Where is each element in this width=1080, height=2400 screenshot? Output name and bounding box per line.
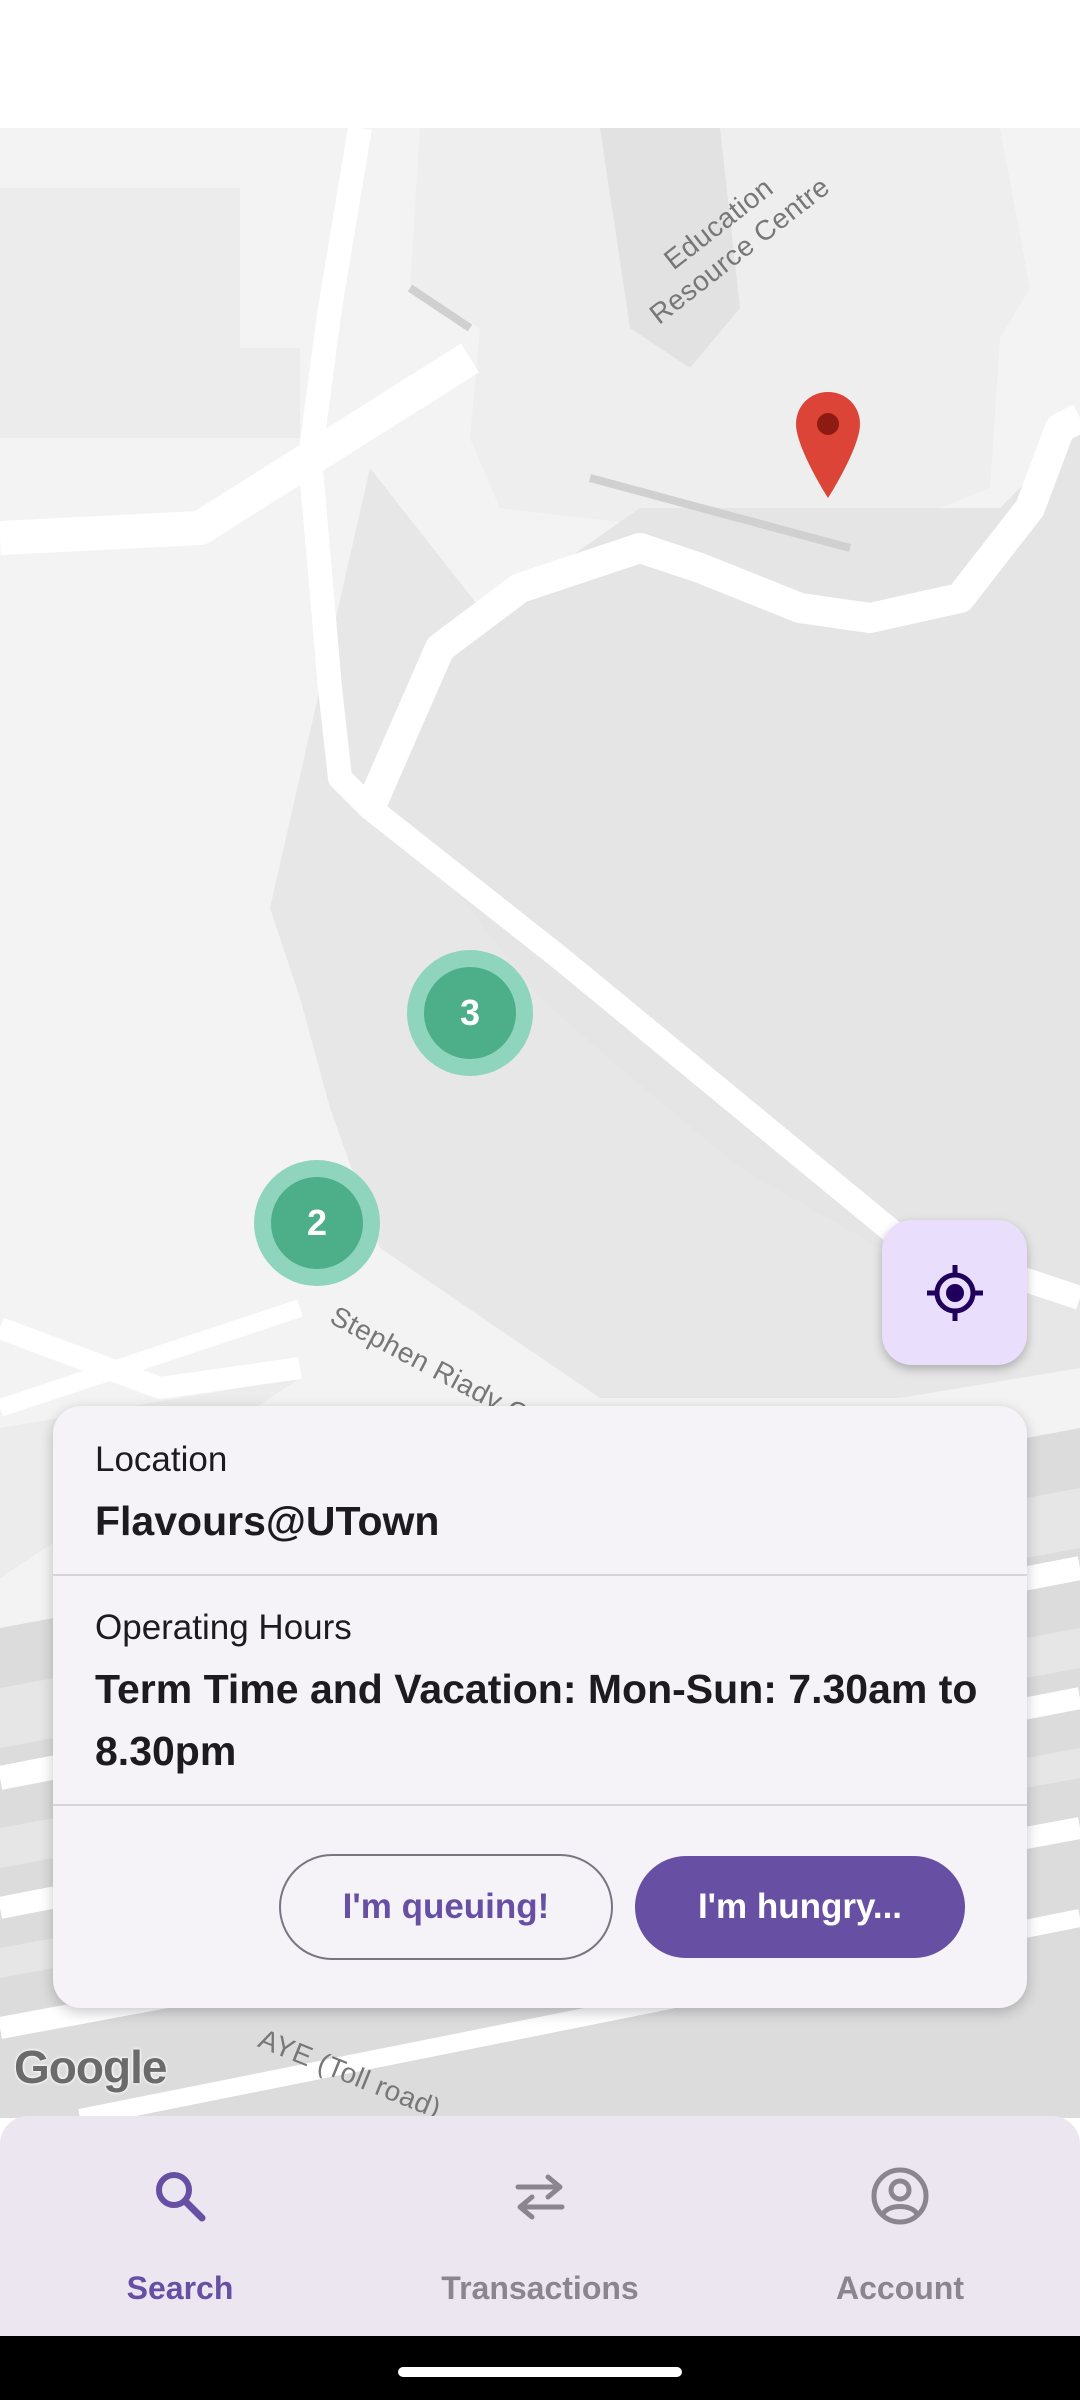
nav-item-account[interactable]: Account xyxy=(720,2116,1080,2336)
nav-item-transactions[interactable]: Transactions xyxy=(360,2116,720,2336)
map-cluster-marker[interactable]: 2 xyxy=(254,1160,380,1286)
home-gesture-handle[interactable] xyxy=(398,2367,682,2377)
map-pin-icon[interactable] xyxy=(793,390,863,500)
status-bar xyxy=(0,0,1080,128)
operating-hours-value: Term Time and Vacation: Mon-Sun: 7.30am … xyxy=(95,1666,978,1774)
account-circle-icon xyxy=(865,2164,935,2228)
nav-label-transactions: Transactions xyxy=(441,2270,639,2306)
search-icon xyxy=(145,2164,215,2228)
google-attribution-logo: Google xyxy=(14,2041,167,2093)
nav-label-search: Search xyxy=(126,2270,234,2306)
cluster-count: 3 xyxy=(424,967,516,1059)
cluster-count: 2 xyxy=(271,1177,363,1269)
operating-hours-label: Operating Hours xyxy=(95,1608,352,1647)
location-label: Location xyxy=(95,1440,228,1479)
bottom-navigation-bar: Search Transactions Account xyxy=(0,2116,1080,2336)
swap-arrows-icon xyxy=(505,2164,575,2228)
my-location-icon xyxy=(926,1264,983,1321)
location-section: Location Flavours@UTown xyxy=(53,1406,1027,1576)
hungry-button[interactable]: I'm hungry... xyxy=(635,1856,965,1958)
my-location-button[interactable] xyxy=(882,1220,1027,1365)
operating-hours-section: Operating Hours Term Time and Vacation: … xyxy=(53,1574,1027,1806)
location-info-card: Location Flavours@UTown Operating Hours … xyxy=(53,1406,1027,2008)
location-value: Flavours@UTown xyxy=(95,1498,440,1544)
nav-label-account: Account xyxy=(836,2270,964,2306)
queuing-button[interactable]: I'm queuing! xyxy=(279,1854,613,1960)
nav-item-search[interactable]: Search xyxy=(0,2116,360,2336)
map-cluster-marker[interactable]: 3 xyxy=(407,950,533,1076)
